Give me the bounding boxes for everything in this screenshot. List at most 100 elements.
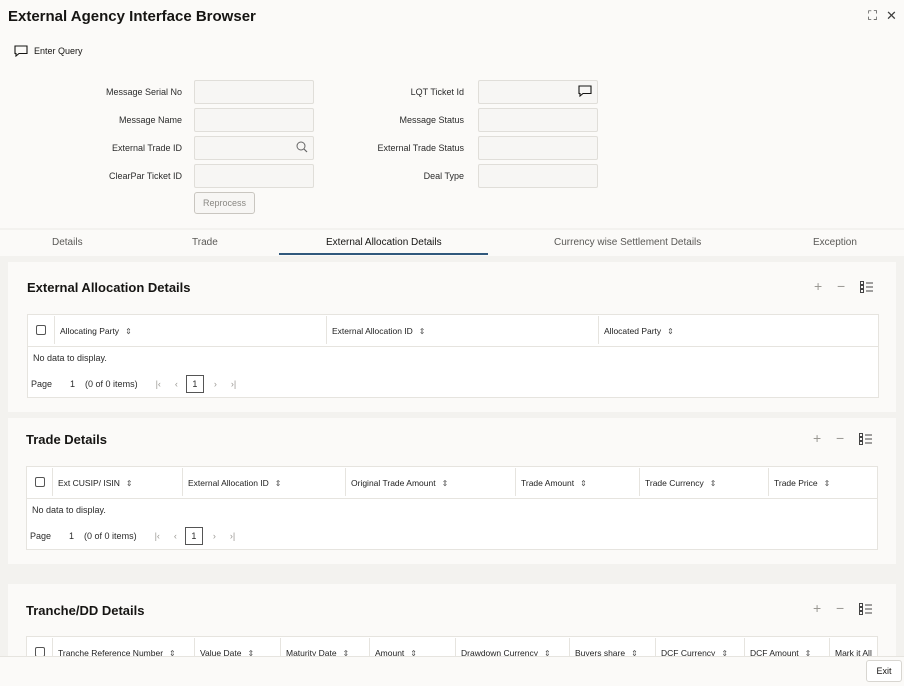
- column-header[interactable]: External Allocation ID ⇕: [188, 478, 282, 488]
- column-header[interactable]: Trade Amount ⇕: [521, 478, 587, 488]
- tab-trade[interactable]: Trade: [192, 237, 218, 248]
- column-list-icon[interactable]: [859, 433, 873, 445]
- column-header-label: Original Trade Amount: [351, 478, 436, 488]
- column-separator: [768, 468, 769, 496]
- sort-icon[interactable]: ⇕: [442, 479, 449, 488]
- reprocess-button[interactable]: Reprocess: [194, 192, 255, 214]
- select-all-checkbox[interactable]: [35, 477, 45, 487]
- add-row-icon[interactable]: +: [813, 430, 821, 446]
- deal-type-input[interactable]: [478, 164, 598, 188]
- last-page-icon[interactable]: ›|: [231, 379, 236, 389]
- page-label: Page: [31, 379, 53, 389]
- next-page-icon[interactable]: ›: [213, 531, 216, 541]
- select-all-checkbox[interactable]: [36, 325, 46, 335]
- prev-page-icon[interactable]: ‹: [175, 379, 178, 389]
- message-serial-no-label: Message Serial No: [105, 87, 182, 97]
- tab-external-allocation-details[interactable]: External Allocation Details: [326, 237, 442, 248]
- clearpar-ticket-id-input[interactable]: [194, 164, 314, 188]
- column-separator: [829, 638, 830, 656]
- add-row-icon[interactable]: +: [813, 600, 821, 616]
- message-serial-no-input[interactable]: [194, 80, 314, 104]
- column-separator: [326, 316, 327, 344]
- message-status-label: Message Status: [399, 115, 464, 125]
- item-count: (0 of 0 items): [84, 531, 137, 541]
- active-tab-indicator: [279, 253, 488, 255]
- column-separator: [455, 638, 456, 656]
- page-title: External Agency Interface Browser: [8, 8, 256, 25]
- column-header[interactable]: Allocating Party ⇕: [60, 326, 132, 336]
- pagination: Page 1 (0 of 0 items) |‹ ‹ 1 › ›|: [31, 375, 236, 393]
- clearpar-ticket-id-label: ClearPar Ticket ID: [108, 171, 182, 181]
- column-header-label: External Allocation ID: [332, 326, 413, 336]
- message-name-input[interactable]: [194, 108, 314, 132]
- column-separator: [639, 468, 640, 496]
- toolbar: [0, 34, 904, 64]
- page-label: Page: [30, 531, 52, 541]
- sort-icon[interactable]: ⇕: [125, 327, 132, 336]
- deal-type-label: Deal Type: [423, 171, 464, 181]
- column-list-icon[interactable]: [860, 281, 874, 293]
- enter-query-button[interactable]: Enter Query: [14, 45, 83, 57]
- column-header-label: Trade Amount: [521, 478, 575, 488]
- sort-icon[interactable]: ⇕: [824, 479, 831, 488]
- exit-button[interactable]: Exit: [866, 660, 902, 682]
- column-header-label: Trade Currency: [645, 478, 704, 488]
- column-separator: [569, 638, 570, 656]
- no-data-message: No data to display.: [33, 353, 107, 363]
- tab-exception[interactable]: Exception: [813, 237, 857, 248]
- sort-icon[interactable]: ⇕: [275, 479, 282, 488]
- column-header-label: Ext CUSIP/ ISIN: [58, 478, 120, 488]
- external-trade-id-label: External Trade ID: [111, 143, 182, 153]
- column-header[interactable]: Trade Currency ⇕: [645, 478, 716, 488]
- column-list-icon[interactable]: [859, 603, 873, 615]
- column-separator: [598, 316, 599, 344]
- footer: [0, 656, 904, 686]
- remove-row-icon[interactable]: −: [836, 600, 844, 616]
- sort-icon[interactable]: ⇕: [580, 479, 587, 488]
- page-number-input[interactable]: 1: [69, 531, 74, 541]
- column-separator: [194, 638, 195, 656]
- sort-icon[interactable]: ⇕: [419, 327, 426, 336]
- last-page-icon[interactable]: ›|: [230, 531, 235, 541]
- column-separator: [744, 638, 745, 656]
- page-number-input[interactable]: 1: [70, 379, 75, 389]
- item-count: (0 of 0 items): [85, 379, 138, 389]
- maximize-icon[interactable]: ⛶: [868, 8, 877, 24]
- message-name-label: Message Name: [118, 115, 182, 125]
- sort-icon[interactable]: ⇕: [126, 479, 133, 488]
- allocation-section-title: External Allocation Details: [27, 280, 191, 295]
- remove-row-icon[interactable]: −: [837, 278, 845, 294]
- first-page-icon[interactable]: |‹: [155, 531, 160, 541]
- external-trade-status-input[interactable]: [478, 136, 598, 160]
- comment-icon[interactable]: [578, 85, 592, 97]
- column-header[interactable]: Trade Price ⇕: [774, 478, 830, 488]
- column-separator: [655, 638, 656, 656]
- prev-page-icon[interactable]: ‹: [174, 531, 177, 541]
- column-separator: [182, 468, 183, 496]
- close-icon[interactable]: ✕: [886, 8, 897, 24]
- column-header[interactable]: External Allocation ID ⇕: [332, 326, 426, 336]
- column-header-label: Allocating Party: [60, 326, 120, 336]
- sort-icon[interactable]: ⇕: [710, 479, 717, 488]
- column-separator: [54, 316, 55, 344]
- current-page-button[interactable]: 1: [185, 375, 204, 393]
- column-header[interactable]: Original Trade Amount ⇕: [351, 478, 448, 488]
- trade-section-title: Trade Details: [26, 432, 107, 447]
- tab-details[interactable]: Details: [52, 237, 83, 248]
- message-status-input[interactable]: [478, 108, 598, 132]
- first-page-icon[interactable]: |‹: [156, 379, 161, 389]
- enter-query-label: Enter Query: [34, 46, 83, 56]
- column-separator: [515, 468, 516, 496]
- tab-currency-wise-settlement-details[interactable]: Currency wise Settlement Details: [554, 237, 701, 248]
- tranche-section-title: Tranche/DD Details: [26, 603, 145, 618]
- sort-icon[interactable]: ⇕: [667, 327, 674, 336]
- column-separator: [369, 638, 370, 656]
- comment-icon: [14, 45, 28, 57]
- remove-row-icon[interactable]: −: [836, 430, 844, 446]
- column-header[interactable]: Ext CUSIP/ ISIN ⇕: [58, 478, 133, 488]
- column-separator: [345, 468, 346, 496]
- add-row-icon[interactable]: +: [814, 278, 822, 294]
- next-page-icon[interactable]: ›: [214, 379, 217, 389]
- column-header[interactable]: Allocated Party ⇕: [604, 326, 674, 336]
- current-page-button[interactable]: 1: [184, 527, 203, 545]
